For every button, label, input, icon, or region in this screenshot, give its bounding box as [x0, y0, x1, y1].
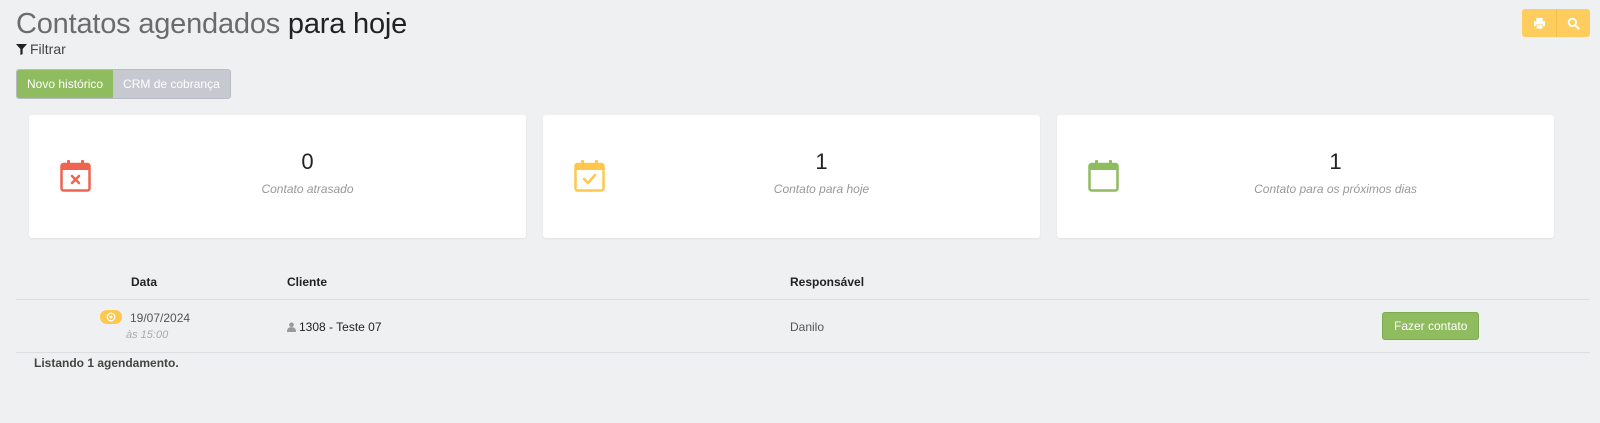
table-header: Data Cliente Responsável	[16, 267, 1590, 300]
upcoming-count: 1	[1329, 149, 1342, 174]
filter-icon	[16, 43, 27, 55]
print-icon	[1533, 17, 1545, 29]
page-title: Contatos agendados para hoje	[16, 8, 407, 41]
upcoming-label: Contato para os próximos dias	[1254, 182, 1417, 196]
top-toolbar	[1522, 9, 1590, 37]
today-label: Contato para hoje	[773, 182, 870, 196]
column-header-client[interactable]: Cliente	[287, 275, 327, 289]
table-row: 19/07/2024 às 15:00 1308 - Teste 07 Dani…	[16, 300, 1590, 353]
row-client-name: 1308 - Teste 07	[299, 320, 382, 334]
card-overdue[interactable]: 0 Contato atrasado	[29, 115, 526, 238]
eye-badge[interactable]	[100, 310, 122, 324]
page-title-emphasis: para hoje	[287, 8, 408, 40]
overdue-count: 0	[301, 149, 314, 174]
print-button[interactable]	[1522, 9, 1556, 37]
filter-label: Filtrar	[30, 41, 66, 57]
action-button-group: Novo histórico CRM de cobrança	[16, 69, 231, 99]
column-header-responsible[interactable]: Responsável	[790, 275, 864, 289]
card-upcoming[interactable]: 1 Contato para os próximos dias	[1057, 115, 1554, 238]
column-header-date[interactable]: Data	[131, 275, 157, 289]
search-icon	[1567, 17, 1580, 30]
schedule-table: Data Cliente Responsável 19/07/2024 às 1…	[16, 267, 1590, 353]
listing-summary: Listando 1 agendamento.	[34, 356, 179, 370]
filter-toggle[interactable]: Filtrar	[16, 41, 66, 57]
crm-button[interactable]: CRM de cobrança	[113, 70, 230, 98]
row-client[interactable]: 1308 - Teste 07	[287, 320, 382, 334]
search-button[interactable]	[1556, 9, 1590, 37]
card-today[interactable]: 1 Contato para hoje	[543, 115, 1040, 238]
page-title-main: Contatos agendados	[16, 8, 281, 40]
row-date: 19/07/2024	[130, 311, 191, 325]
today-count: 1	[815, 149, 828, 174]
user-icon	[287, 322, 296, 332]
eye-icon	[106, 312, 116, 322]
overdue-label: Contato atrasado	[261, 182, 354, 196]
row-time: às 15:00	[126, 329, 169, 341]
row-responsible: Danilo	[790, 320, 825, 334]
make-contact-button[interactable]: Fazer contato	[1382, 312, 1480, 340]
new-history-button[interactable]: Novo histórico	[17, 70, 114, 98]
